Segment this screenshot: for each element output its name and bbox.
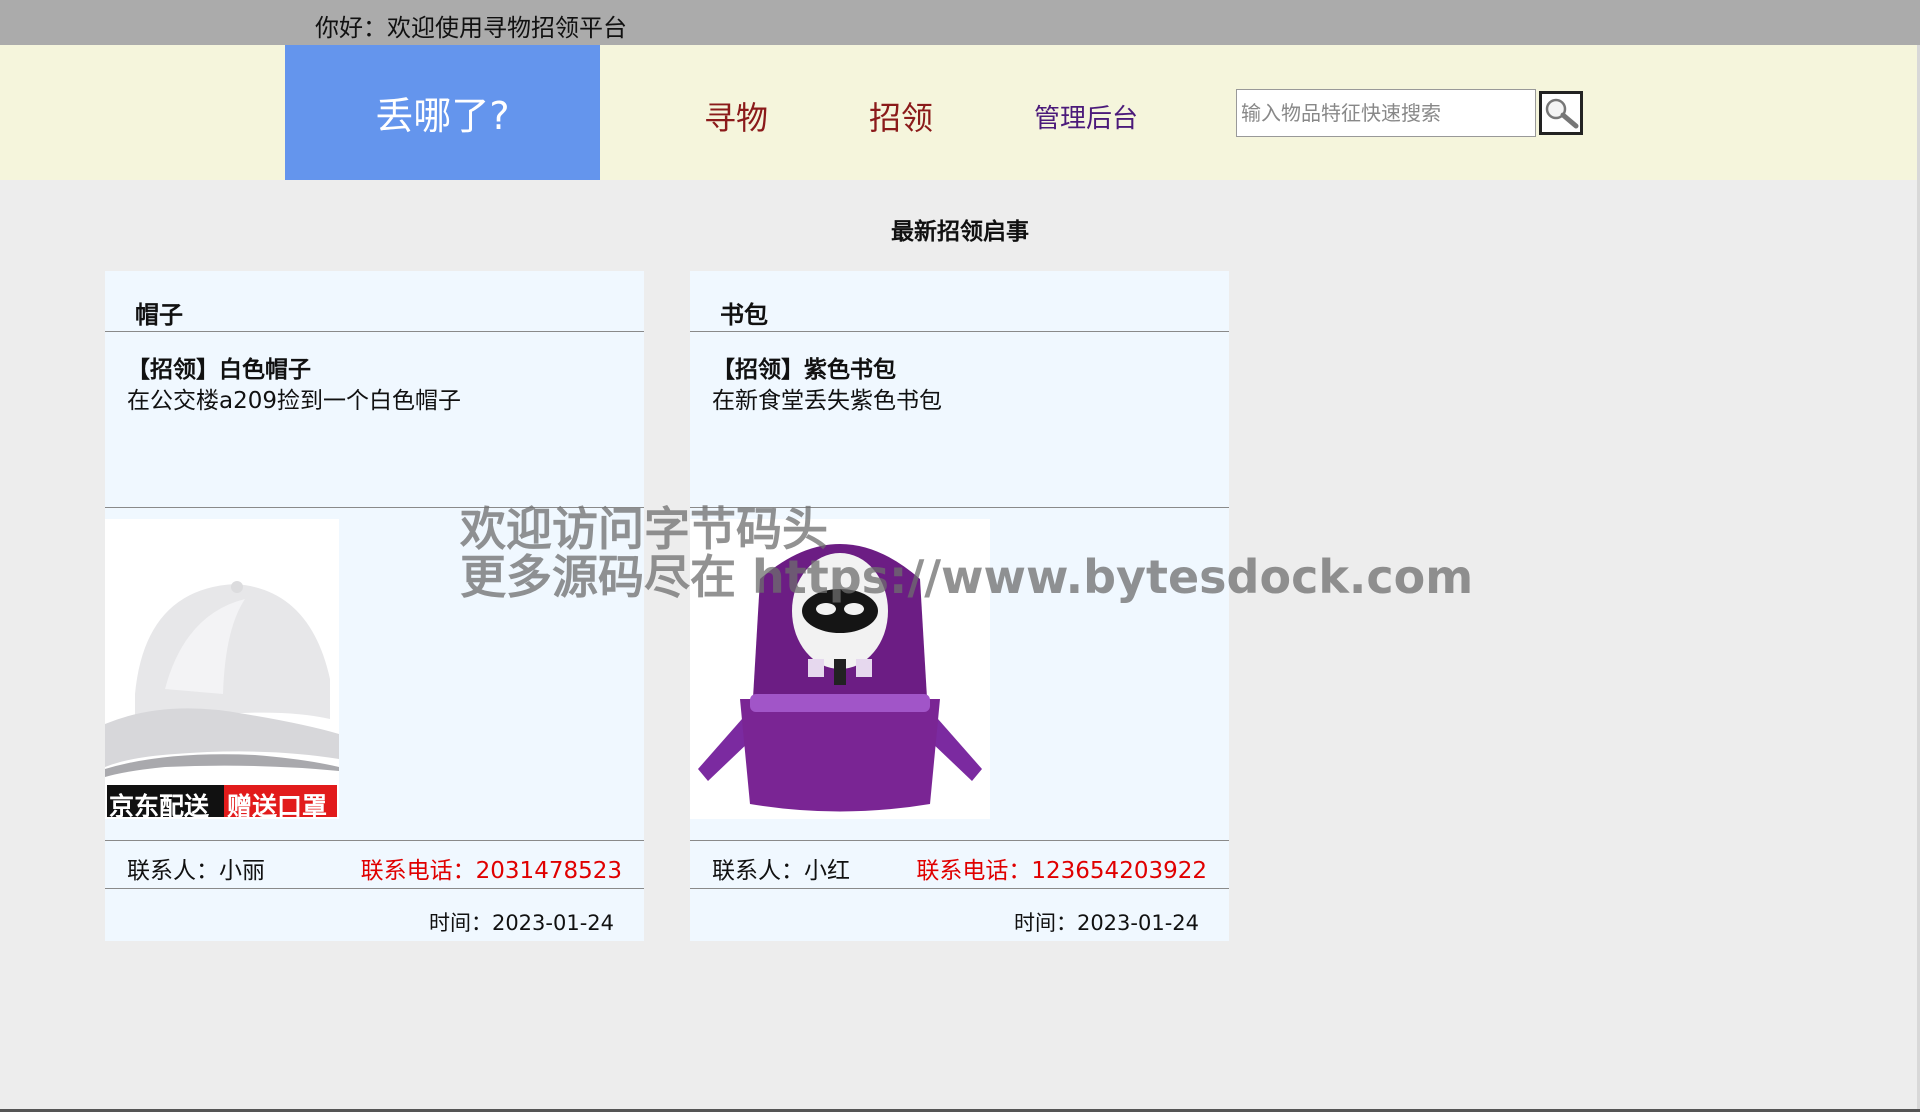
search-input[interactable]	[1236, 89, 1536, 137]
image-badge-gift: 赠送口罩	[227, 792, 328, 819]
nav-found-items[interactable]: 招领	[869, 93, 933, 139]
white-cap-illustration	[105, 519, 339, 819]
image-badge-delivery: 京东配送	[109, 792, 210, 819]
card-category: 书包	[720, 301, 768, 329]
card-description: 在公交楼a209捡到一个白色帽子	[127, 388, 461, 414]
white-cap-image[interactable]: 京东配送 赠送口罩	[105, 519, 339, 819]
site-logo[interactable]: 丢哪了?	[285, 45, 600, 180]
divider	[105, 840, 644, 841]
found-card[interactable]: 书包 【招领】紫色书包 在新食堂丢失紫色书包 联系人：小红 联系电话：12365…	[690, 271, 1229, 941]
divider	[690, 840, 1229, 841]
divider	[105, 507, 644, 508]
divider	[690, 888, 1229, 889]
contact-phone: 联系电话：123654203922	[916, 858, 1207, 884]
divider	[105, 888, 644, 889]
nav-admin[interactable]: 管理后台	[1034, 98, 1138, 135]
divider	[690, 507, 1229, 508]
top-bar: 你好：欢迎使用寻物招领平台	[0, 0, 1920, 45]
search-icon	[1545, 98, 1579, 129]
contact-person: 联系人：小红	[712, 858, 850, 884]
contact-person: 联系人：小丽	[127, 858, 265, 884]
divider	[105, 331, 644, 332]
post-time: 时间：2023-01-24	[428, 911, 614, 935]
nav-lost-items[interactable]: 寻物	[704, 93, 768, 139]
search-bar	[1236, 89, 1584, 139]
found-card[interactable]: 帽子 【招领】白色帽子 在公交楼a209捡到一个白色帽子 京东配送 赠送口罩 联…	[105, 271, 644, 941]
divider	[690, 331, 1229, 332]
post-time: 时间：2023-01-24	[1013, 911, 1199, 935]
card-headline[interactable]: 【招领】紫色书包	[712, 350, 896, 384]
header: 丢哪了? 寻物 招领 管理后台	[0, 45, 1920, 180]
contact-phone: 联系电话：2031478523	[360, 858, 622, 884]
card-description: 在新食堂丢失紫色书包	[712, 388, 942, 414]
search-button[interactable]	[1539, 91, 1583, 135]
purple-backpack-illustration	[690, 519, 990, 819]
purple-backpack-image[interactable]	[690, 519, 990, 819]
greeting-text: 你好：欢迎使用寻物招领平台	[315, 14, 627, 42]
section-title: 最新招领启事	[891, 219, 1029, 245]
card-headline[interactable]: 【招领】白色帽子	[127, 350, 311, 384]
card-category: 帽子	[135, 301, 183, 329]
